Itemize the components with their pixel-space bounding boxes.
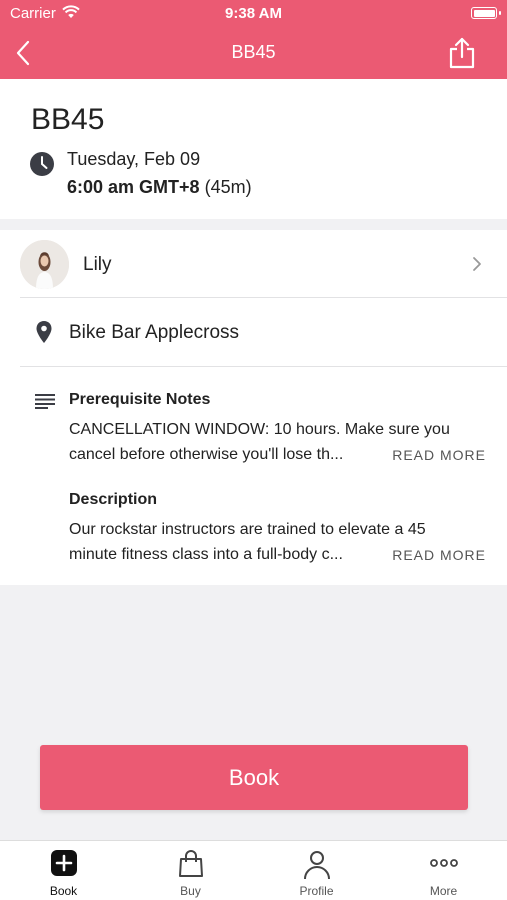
location-row: Bike Bar Applecross: [20, 298, 507, 367]
notes-read-more-link[interactable]: READ MORE: [392, 447, 486, 463]
class-time-row: 6:00 am GMT+8 (45m): [67, 177, 252, 198]
location-name: Bike Bar Applecross: [69, 322, 240, 343]
tab-bar: Book Buy Profile More: [0, 840, 507, 900]
class-duration: (45m): [204, 177, 252, 197]
tab-profile[interactable]: Profile: [253, 841, 380, 900]
prerequisite-notes-line-1: CANCELLATION WINDOW: 10 hours. Make sure…: [69, 421, 450, 438]
nav-title: BB45: [231, 42, 276, 62]
class-header-card: BB45 Tuesday, Feb 09 6:00 am GMT+8 (45m): [0, 79, 507, 219]
location-pin-icon: [36, 321, 52, 343]
status-bar: Carrier 9:38 AM: [0, 0, 507, 28]
tab-profile-label: Profile: [299, 884, 334, 898]
class-details-card: Lily Bike Bar Applecross Prerequisite No…: [0, 230, 507, 585]
shopping-bag-icon: [178, 850, 203, 877]
instructor-name: Lily: [83, 254, 112, 275]
description-read-more-link[interactable]: READ MORE: [392, 547, 486, 563]
instructor-avatar: [20, 240, 69, 289]
share-icon[interactable]: [447, 36, 477, 70]
plus-square-icon: [50, 850, 77, 876]
class-time: 6:00 am GMT+8: [67, 177, 200, 197]
book-button[interactable]: Book: [40, 745, 468, 810]
class-title: BB45: [31, 103, 105, 136]
description-line-1: Our rockstar instructors are trained to …: [69, 521, 426, 538]
tab-book[interactable]: Book: [0, 841, 127, 900]
prerequisite-notes-heading: Prerequisite Notes: [69, 391, 211, 408]
description-heading: Description: [69, 491, 158, 508]
class-date: Tuesday, Feb 09: [67, 149, 201, 169]
nav-bar: BB45: [0, 28, 507, 79]
tab-buy-label: Buy: [180, 884, 201, 898]
instructor-row[interactable]: Lily: [20, 230, 507, 298]
chevron-right-icon: [473, 257, 481, 271]
top-bar: Carrier 9:38 AM BB45: [0, 0, 507, 79]
status-time: 9:38 AM: [225, 5, 282, 22]
tab-more-label: More: [429, 884, 458, 898]
more-dots-icon: [429, 859, 458, 867]
notes-lines-icon: [35, 394, 55, 409]
tab-more[interactable]: More: [380, 841, 507, 900]
battery-icon: [471, 7, 501, 19]
tab-book-label: Book: [49, 884, 78, 898]
tab-buy[interactable]: Buy: [127, 841, 254, 900]
person-icon: [303, 851, 330, 880]
clock-icon: [30, 152, 54, 176]
